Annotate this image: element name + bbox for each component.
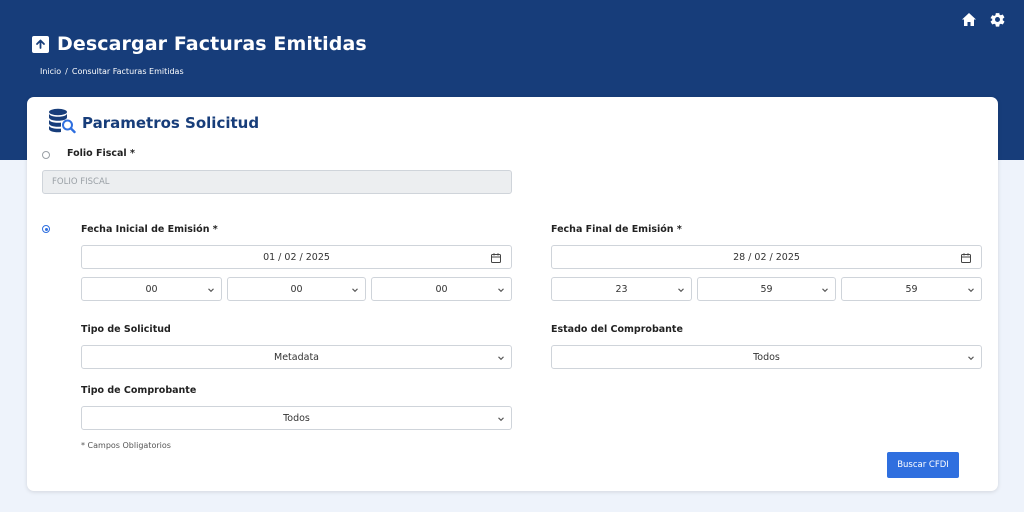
- card-title: Parametros Solicitud: [82, 114, 260, 132]
- chevron-down-icon: [208, 288, 214, 293]
- calendar-icon[interactable]: [961, 253, 971, 263]
- breadcrumb: Inicio / Consultar Facturas Emitidas: [40, 67, 184, 76]
- tipo-comprobante-select[interactable]: Todos: [81, 406, 512, 430]
- minuto-inicial-select[interactable]: 00: [227, 277, 366, 301]
- tipo-solicitud-value: Metadata: [274, 351, 319, 363]
- chevron-down-icon: [498, 288, 504, 293]
- fecha-inicial-label: Fecha Inicial de Emisión *: [81, 224, 218, 235]
- tipo-solicitud-label: Tipo de Solicitud: [81, 324, 171, 335]
- minuto-inicial-value: 00: [290, 283, 303, 295]
- folio-fiscal-input[interactable]: FOLIO FISCAL: [42, 170, 512, 194]
- gear-icon[interactable]: [988, 10, 1006, 28]
- database-search-icon: [48, 108, 76, 138]
- minuto-final-select[interactable]: 59: [697, 277, 836, 301]
- breadcrumb-home-link[interactable]: Inicio: [40, 67, 61, 76]
- fechas-radio[interactable]: [42, 225, 50, 233]
- segundo-inicial-value: 00: [435, 283, 448, 295]
- tipo-comprobante-label: Tipo de Comprobante: [81, 385, 197, 396]
- breadcrumb-current: Consultar Facturas Emitidas: [71, 67, 184, 76]
- estado-comprobante-select[interactable]: Todos: [551, 345, 982, 369]
- chevron-down-icon: [822, 288, 828, 293]
- top-icons: [960, 10, 1006, 28]
- fecha-inicial-value: 01 / 02 / 2025: [263, 251, 330, 263]
- chevron-down-icon: [968, 356, 974, 361]
- fecha-final-label: Fecha Final de Emisión *: [551, 224, 682, 235]
- estado-comprobante-label: Estado del Comprobante: [551, 324, 683, 335]
- breadcrumb-separator: /: [65, 67, 68, 76]
- chevron-down-icon: [352, 288, 358, 293]
- card-title-row: Parametros Solicitud: [48, 108, 259, 138]
- buscar-cfdi-button[interactable]: Buscar CFDI: [887, 452, 959, 478]
- parametros-card: Parametros Solicitud Folio Fiscal * FOLI…: [27, 97, 998, 491]
- chevron-down-icon: [968, 288, 974, 293]
- home-icon[interactable]: [960, 10, 978, 28]
- tipo-comprobante-value: Todos: [283, 412, 310, 424]
- hora-final-value: 23: [615, 283, 628, 295]
- hora-final-select[interactable]: 23: [551, 277, 692, 301]
- hora-inicial-value: 00: [145, 283, 158, 295]
- hora-inicial-select[interactable]: 00: [81, 277, 222, 301]
- required-fields-note: * Campos Obligatorios: [81, 441, 171, 450]
- fecha-final-input[interactable]: 28 / 02 / 2025: [551, 245, 982, 269]
- estado-comprobante-value: Todos: [753, 351, 780, 363]
- segundo-inicial-select[interactable]: 00: [371, 277, 512, 301]
- folio-fiscal-label: Folio Fiscal *: [67, 148, 135, 159]
- fecha-inicial-input[interactable]: 01 / 02 / 2025: [81, 245, 512, 269]
- chevron-down-icon: [678, 288, 684, 293]
- page-title: Descargar Facturas Emitidas: [57, 33, 367, 55]
- calendar-icon[interactable]: [491, 253, 501, 263]
- fecha-final-value: 28 / 02 / 2025: [733, 251, 800, 263]
- segundo-final-select[interactable]: 59: [841, 277, 982, 301]
- chevron-down-icon: [498, 356, 504, 361]
- upload-icon: [32, 35, 49, 53]
- page-title-row: Descargar Facturas Emitidas: [32, 33, 367, 55]
- chevron-down-icon: [498, 417, 504, 422]
- tipo-solicitud-select[interactable]: Metadata: [81, 345, 512, 369]
- minuto-final-value: 59: [760, 283, 773, 295]
- folio-fiscal-radio[interactable]: [42, 151, 50, 159]
- segundo-final-value: 59: [905, 283, 918, 295]
